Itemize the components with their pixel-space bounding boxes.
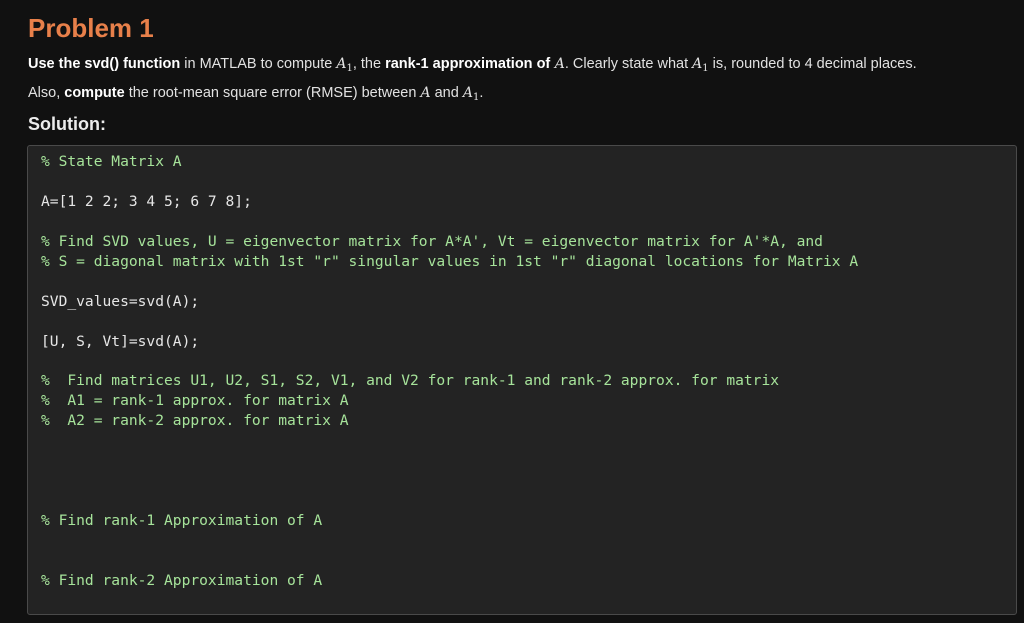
code-line-comment[interactable]: % A1 = rank-1 approx. for matrix A bbox=[41, 391, 349, 411]
code-line[interactable]: A=[1 2 2; 3 4 5; 6 7 8]; bbox=[41, 192, 252, 212]
desc-text: . bbox=[479, 85, 484, 101]
code-editor[interactable]: % State Matrix A A=[1 2 2; 3 4 5; 6 7 8]… bbox=[27, 145, 1017, 615]
code-line-comment[interactable]: % Find rank-1 Approximation of A bbox=[41, 511, 322, 531]
code-line-comment[interactable]: % State Matrix A bbox=[41, 152, 182, 172]
description-line-1: Use the svd() function in MATLAB to comp… bbox=[28, 52, 1008, 81]
desc-text: is, rounded to 4 decimal places. bbox=[708, 56, 917, 72]
page: Problem 1 Use the svd() function in MATL… bbox=[0, 0, 1024, 623]
problem-title: Problem 1 bbox=[28, 13, 154, 43]
code-line-comment[interactable]: % A2 = rank-2 approx. for matrix A bbox=[41, 411, 349, 431]
solution-label: Solution: bbox=[28, 114, 106, 134]
code-line[interactable]: SVD_values=svd(A); bbox=[41, 292, 199, 312]
desc-text: the root-mean square error (RMSE) betwee… bbox=[124, 85, 421, 101]
code-line-comment[interactable]: % Find SVD values, U = eigenvector matri… bbox=[41, 232, 823, 252]
math-a: A bbox=[550, 56, 565, 72]
problem-description: Use the svd() function in MATLAB to comp… bbox=[28, 52, 1008, 110]
math-a1: A1 bbox=[692, 56, 709, 74]
code-line-comment[interactable]: % Find rank-2 Approximation of A bbox=[41, 571, 322, 591]
math-a1: A1 bbox=[462, 85, 480, 103]
desc-bold-rank1: rank-1 approximation of bbox=[385, 56, 551, 72]
desc-text: , the bbox=[352, 56, 386, 72]
description-line-2: Also, compute the root-mean square error… bbox=[28, 81, 1008, 110]
desc-text: Also, bbox=[28, 85, 65, 101]
desc-text: and bbox=[430, 85, 463, 101]
desc-bold-compute: compute bbox=[64, 85, 125, 101]
code-line[interactable]: [U, S, Vt]=svd(A); bbox=[41, 332, 199, 352]
code-line-comment[interactable]: % S = diagonal matrix with 1st "r" singu… bbox=[41, 252, 858, 272]
math-a: A bbox=[420, 85, 431, 101]
desc-text: . Clearly state what bbox=[564, 56, 693, 72]
desc-bold-svd: Use the svd() function bbox=[28, 56, 181, 72]
code-line-comment[interactable]: % Find matrices U1, U2, S1, S2, V1, and … bbox=[41, 371, 779, 391]
math-a1: A1 bbox=[336, 56, 353, 74]
desc-text: in MATLAB to compute bbox=[180, 56, 337, 72]
